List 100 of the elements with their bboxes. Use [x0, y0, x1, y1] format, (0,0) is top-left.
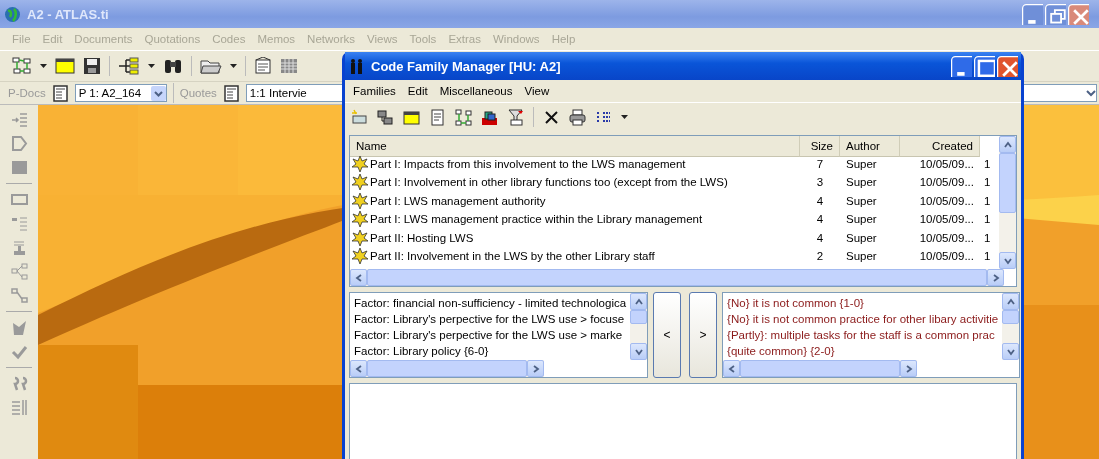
list-item[interactable]: Factor: financial non-sufficiency - limited technologica — [354, 295, 627, 311]
network-icon[interactable] — [455, 108, 472, 126]
close-button[interactable] — [1068, 3, 1089, 25]
table-cell-text: 1 — [983, 156, 992, 172]
scroll-down-button[interactable] — [630, 343, 648, 360]
menu-item[interactable]: Miscellaneous — [433, 85, 519, 97]
star-icon — [352, 211, 368, 228]
printer-icon[interactable] — [569, 108, 586, 126]
table-cell-text: 4 — [815, 212, 825, 228]
toolbar-label: Quotes — [179, 87, 217, 99]
scroll-left-button[interactable] — [350, 360, 367, 377]
table-cell-text: 4 — [815, 230, 825, 246]
table-cell-text: 10/05/09... — [918, 212, 975, 228]
table-cell-text: 2 — [815, 249, 825, 265]
scroll-up-button[interactable] — [1002, 293, 1020, 310]
minimize-button[interactable] — [951, 55, 972, 77]
list-item[interactable]: {No} it is not common {1-0} — [727, 295, 999, 311]
scroll-thumb[interactable] — [630, 310, 648, 324]
close-button[interactable] — [997, 55, 1018, 77]
scroll-thumb[interactable] — [367, 360, 527, 377]
document-icon[interactable] — [51, 84, 69, 102]
scroll-thumb[interactable] — [740, 360, 901, 377]
table-cell[interactable]: Part I: Impacts from this involvement to the LWS management — [350, 154, 800, 173]
caret-icon[interactable] — [230, 64, 237, 68]
vertical-scrollbar[interactable] — [999, 136, 1016, 269]
table-cell-text: 3 — [815, 175, 825, 191]
save-icon[interactable] — [83, 57, 101, 75]
scroll-up-button[interactable] — [999, 136, 1016, 153]
move-button[interactable]: > — [689, 292, 718, 378]
maximize-button[interactable] — [974, 55, 995, 77]
list-item[interactable]: {Partly}: multiple tasks for the staff is a common prac — [727, 327, 999, 343]
dialog-title: Code Family Manager [HU: A2] — [371, 58, 561, 74]
table-cell[interactable]: Part I: LWS management practice within the Library management — [350, 210, 800, 229]
table-cell-text: 7 — [815, 156, 825, 172]
list-item[interactable]: {No} it is not common practice for other libary activitie — [727, 311, 999, 327]
binoculars-icon[interactable] — [163, 57, 183, 75]
filter-icon[interactable] — [507, 108, 524, 126]
caret-icon[interactable] — [148, 64, 155, 68]
table-cell-text: Super — [845, 175, 878, 191]
copy-icon[interactable] — [377, 108, 394, 126]
star-icon — [352, 174, 368, 191]
scroll-thumb[interactable] — [1002, 310, 1020, 324]
scroll-left-button[interactable] — [723, 360, 741, 377]
column-header[interactable]: Created — [900, 136, 980, 157]
layers-icon[interactable] — [481, 108, 498, 126]
star-icon — [352, 229, 368, 246]
scroll-right-button[interactable] — [527, 360, 544, 377]
star-icon — [352, 248, 368, 265]
caret-icon[interactable] — [621, 115, 628, 119]
network-icon[interactable] — [12, 57, 32, 75]
scroll-left-button[interactable] — [350, 269, 367, 286]
menu-item[interactable]: Edit — [401, 85, 434, 97]
grid-icon[interactable] — [280, 57, 298, 75]
table-cell-text: 10/05/09... — [918, 249, 975, 265]
document-dropdown[interactable]: P 1: A2_164 — [74, 84, 167, 102]
table-cell-text: 10/05/09... — [918, 230, 975, 246]
folder-icon[interactable] — [200, 57, 222, 75]
table-cell[interactable]: Part I: Involvement in other library functions too (except from the LWS) — [350, 173, 800, 192]
table-cell-text: 1 — [983, 193, 992, 209]
move-button[interactable]: < — [653, 292, 682, 378]
scroll-up-button[interactable] — [630, 293, 648, 310]
horizontal-scrollbar[interactable] — [350, 360, 544, 377]
caret-icon[interactable] — [40, 64, 47, 68]
table-cell-text: 1 — [983, 175, 992, 191]
table-cell[interactable]: Part II: Hosting LWS — [350, 228, 800, 247]
document-icon[interactable] — [254, 57, 272, 75]
table-cell-text: Super — [845, 212, 878, 228]
list-item[interactable]: {quite common} {2-0} — [727, 343, 999, 359]
scroll-right-button[interactable] — [987, 269, 1004, 286]
delete-icon[interactable] — [543, 108, 560, 126]
list-item[interactable]: Factor: Library's perpective for the LWS use > marke — [354, 327, 627, 343]
restore-button[interactable] — [1045, 3, 1066, 25]
tree-icon[interactable] — [118, 57, 140, 75]
column-header[interactable]: Size — [800, 136, 840, 157]
column-header[interactable]: Name — [350, 136, 800, 157]
check-icon[interactable] — [10, 343, 28, 360]
table-cell-text: 1 — [983, 230, 992, 246]
scroll-thumb[interactable] — [999, 153, 1016, 213]
scroll-right-button[interactable] — [900, 360, 918, 377]
window-icon[interactable] — [403, 108, 420, 126]
menu-item[interactable]: Families — [347, 85, 402, 97]
scroll-down-button[interactable] — [1002, 343, 1020, 360]
star-icon — [352, 155, 368, 172]
menu-item[interactable]: View — [518, 85, 556, 97]
table-cell[interactable]: Part II: Involvement in the LWS by the other Library staff — [350, 247, 800, 266]
vertical-scrollbar[interactable] — [630, 293, 648, 360]
table-cell[interactable]: Part I: LWS management authority — [350, 191, 800, 210]
table-cell-text: 1 — [983, 249, 992, 265]
minimize-button[interactable] — [1022, 3, 1043, 25]
window-icon[interactable] — [55, 57, 75, 75]
scroll-down-button[interactable] — [999, 252, 1016, 269]
star-icon — [352, 192, 368, 209]
new-item-icon[interactable] — [351, 108, 368, 126]
list-item[interactable]: Factor: Library's perpective for the LWS use > focuse — [354, 311, 627, 327]
vertical-scrollbar[interactable] — [1002, 293, 1020, 360]
family-icon — [348, 57, 365, 75]
document-icon[interactable] — [222, 84, 240, 102]
column-header[interactable]: Author — [840, 136, 900, 157]
list-item[interactable]: Factor: Library policy {6-0} — [354, 343, 627, 359]
horizontal-scrollbar[interactable] — [723, 360, 918, 377]
